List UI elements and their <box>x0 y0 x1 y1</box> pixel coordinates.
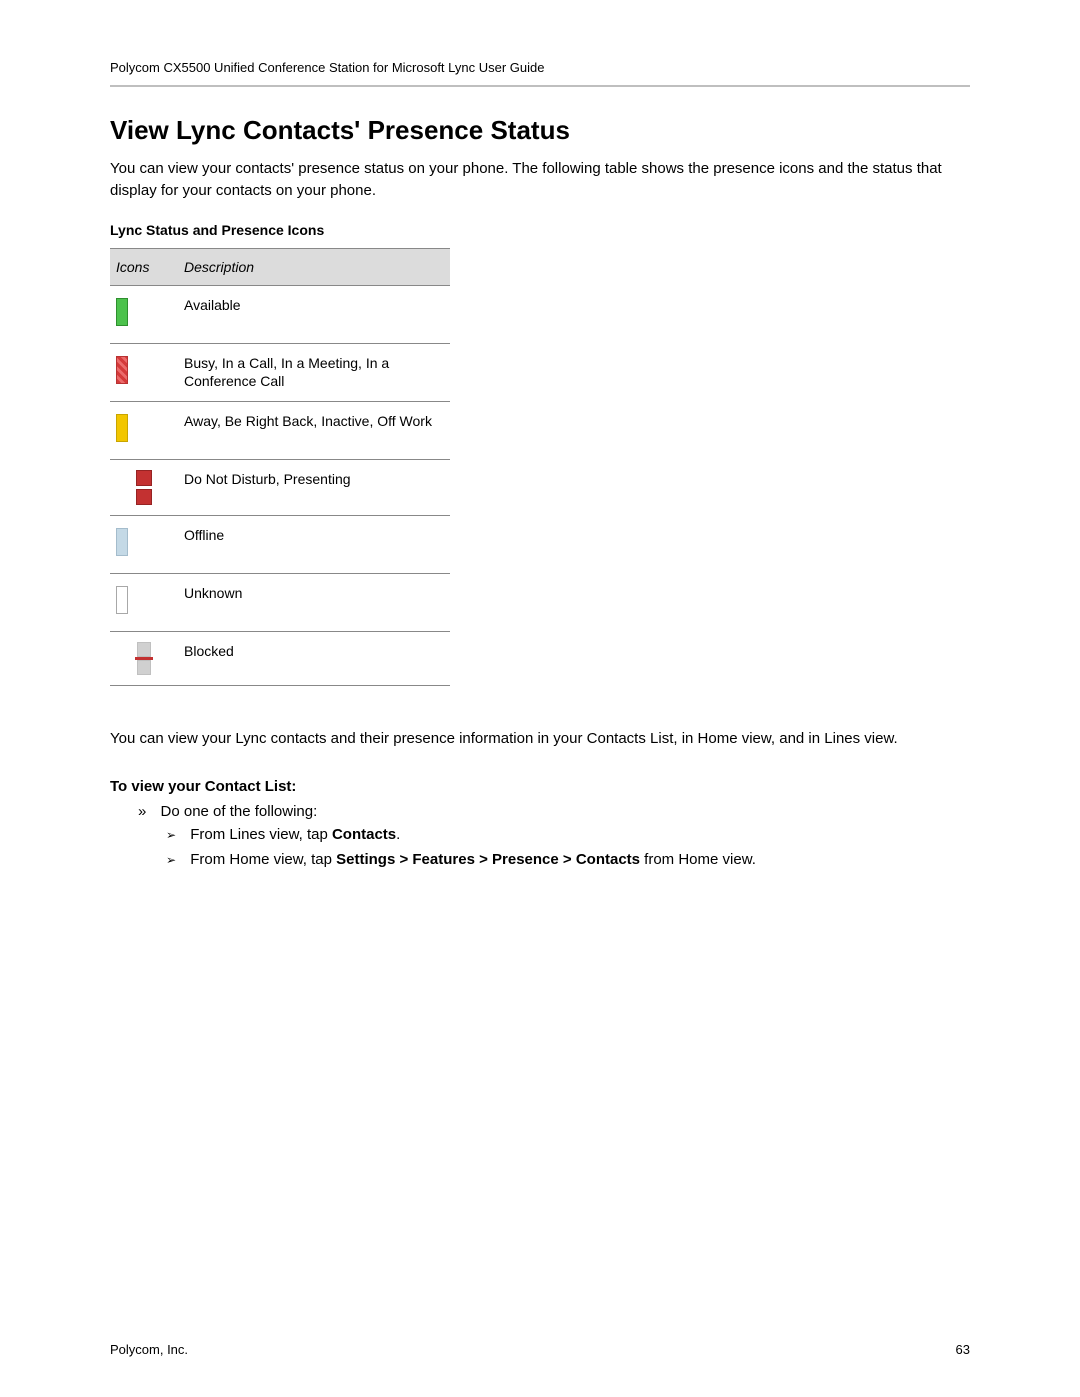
step-bold: Contacts <box>332 826 396 843</box>
table-row: Blocked <box>110 632 450 686</box>
header-rule <box>110 85 970 87</box>
row-desc: Busy, In a Call, In a Meeting, In a Conf… <box>178 343 450 402</box>
list-item: Do one of the following: From Lines view… <box>138 803 970 868</box>
list-item: From Home view, tap Settings > Features … <box>166 851 970 868</box>
list-level-2: From Lines view, tap Contacts. From Home… <box>138 826 970 868</box>
page: Polycom CX5500 Unified Conference Statio… <box>0 0 1080 1397</box>
body-paragraph-2: You can view your Lync contacts and thei… <box>110 728 970 750</box>
table-row: Offline <box>110 516 450 574</box>
table-row: Away, Be Right Back, Inactive, Off Work <box>110 402 450 460</box>
unknown-icon <box>116 584 128 616</box>
footer-page-number: 63 <box>956 1342 970 1357</box>
blocked-icon <box>116 642 172 675</box>
row-desc: Unknown <box>178 574 450 632</box>
row-desc: Away, Be Right Back, Inactive, Off Work <box>178 402 450 460</box>
table-row: Available <box>110 285 450 343</box>
list-item-text: Do one of the following: <box>161 803 318 820</box>
step-suffix: . <box>396 826 400 843</box>
step-suffix: from Home view. <box>640 851 756 868</box>
page-title: View Lync Contacts' Presence Status <box>110 115 970 146</box>
step-prefix: From Home view, tap <box>190 851 336 868</box>
presence-table: Icons Description Available Busy, In a C… <box>110 248 450 687</box>
row-desc: Blocked <box>178 632 450 686</box>
step-bold: Settings > Features > Presence > Contact… <box>336 851 640 868</box>
row-desc: Do Not Disturb, Presenting <box>178 460 450 516</box>
offline-icon <box>116 526 128 558</box>
page-footer: Polycom, Inc. 63 <box>110 1342 970 1357</box>
table-row: Do Not Disturb, Presenting <box>110 460 450 516</box>
list-item: From Lines view, tap Contacts. <box>166 826 970 843</box>
dnd-icon <box>116 470 172 505</box>
footer-company: Polycom, Inc. <box>110 1342 188 1357</box>
away-icon <box>116 412 128 444</box>
list-level-1: Do one of the following: From Lines view… <box>110 803 970 868</box>
col-icons-header: Icons <box>110 248 178 285</box>
busy-icon <box>116 354 128 386</box>
intro-paragraph: You can view your contacts' presence sta… <box>110 158 970 202</box>
table-row: Busy, In a Call, In a Meeting, In a Conf… <box>110 343 450 402</box>
row-desc: Offline <box>178 516 450 574</box>
table-caption: Lync Status and Presence Icons <box>110 222 970 238</box>
step-prefix: From Lines view, tap <box>190 826 332 843</box>
row-desc: Available <box>178 285 450 343</box>
available-icon <box>116 296 128 328</box>
document-header: Polycom CX5500 Unified Conference Statio… <box>110 60 970 75</box>
table-row: Unknown <box>110 574 450 632</box>
subheading: To view your Contact List: <box>110 778 970 795</box>
col-desc-header: Description <box>178 248 450 285</box>
